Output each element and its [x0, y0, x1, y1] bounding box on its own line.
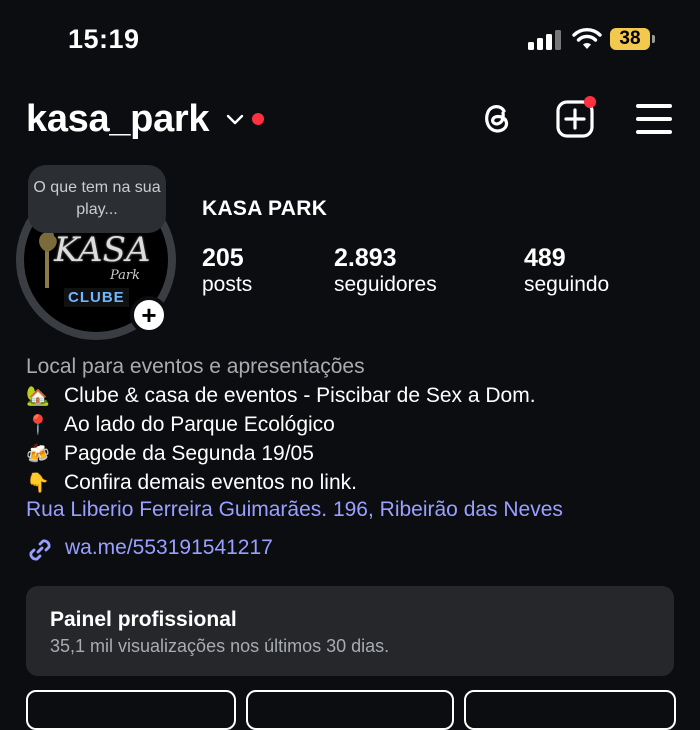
- stat-value: 489: [524, 244, 566, 272]
- stat-value: 205: [202, 244, 244, 272]
- bio-line: 📍 Ao lado do Parque Ecológico: [26, 410, 335, 440]
- bio-line: 👇 Confira demais eventos no link.: [26, 468, 357, 498]
- pointing-down-icon: 👇: [26, 473, 50, 494]
- house-icon: 🏡: [26, 386, 50, 407]
- note-bubble[interactable]: O que tem na sua play...: [28, 165, 166, 233]
- contact-button[interactable]: [464, 690, 676, 730]
- link-icon: [29, 539, 51, 561]
- notification-dot: [252, 113, 264, 125]
- battery-icon: 38: [610, 28, 650, 50]
- bio-text: Pagode da Segunda 19/05: [64, 442, 314, 465]
- status-time: 15:19: [68, 24, 140, 54]
- share-profile-button[interactable]: [246, 690, 454, 730]
- edit-profile-button[interactable]: [26, 690, 236, 730]
- signal-icon: [528, 30, 564, 50]
- logo-kasa-text: KASA: [54, 230, 151, 270]
- pin-icon: 📍: [26, 415, 50, 436]
- battery-tip: [652, 35, 655, 43]
- bio-category: Local para eventos e apresentações: [26, 355, 365, 378]
- bio-text: Clube & casa de eventos - Piscibar de Se…: [64, 384, 536, 407]
- panel-subtitle: 35,1 mil visualizações nos últimos 30 di…: [50, 636, 390, 656]
- stat-label: posts: [202, 273, 253, 296]
- stat-value: 2.893: [334, 244, 397, 272]
- wifi-icon: [572, 28, 602, 49]
- address-link[interactable]: Rua Liberio Ferreira Guimarães. 196, Rib…: [26, 498, 563, 522]
- bio-line: 🍻 Pagode da Segunda 19/05: [26, 439, 314, 469]
- display-name: KASA PARK: [202, 197, 328, 220]
- professional-dashboard[interactable]: Painel profissional 35,1 mil visualizaçõ…: [26, 586, 674, 676]
- stat-followers[interactable]: 2.893 seguidores: [334, 244, 437, 297]
- chevron-down-icon[interactable]: [226, 112, 244, 126]
- menu-icon[interactable]: [636, 104, 672, 134]
- logo-park-text: Park: [110, 268, 141, 283]
- beer-icon: 🍻: [26, 444, 50, 465]
- threads-icon[interactable]: [478, 100, 514, 136]
- bio-text: Confira demais eventos no link.: [64, 471, 357, 494]
- logo-clube-text: CLUBE: [64, 288, 129, 307]
- plus-icon[interactable]: +: [130, 296, 168, 334]
- stat-posts[interactable]: 205 posts: [202, 244, 252, 297]
- username[interactable]: kasa_park: [26, 98, 210, 141]
- bio-text: Ao lado do Parque Ecológico: [64, 413, 335, 436]
- panel-title: Painel profissional: [50, 608, 237, 631]
- stat-following[interactable]: 489 seguindo: [524, 244, 609, 297]
- bio-line: 🏡 Clube & casa de eventos - Piscibar de S…: [26, 381, 536, 411]
- website-link[interactable]: wa.me/553191541217: [65, 536, 273, 560]
- stat-label: seguidores: [334, 273, 437, 296]
- notification-dot: [584, 96, 596, 108]
- stat-label: seguindo: [524, 273, 610, 296]
